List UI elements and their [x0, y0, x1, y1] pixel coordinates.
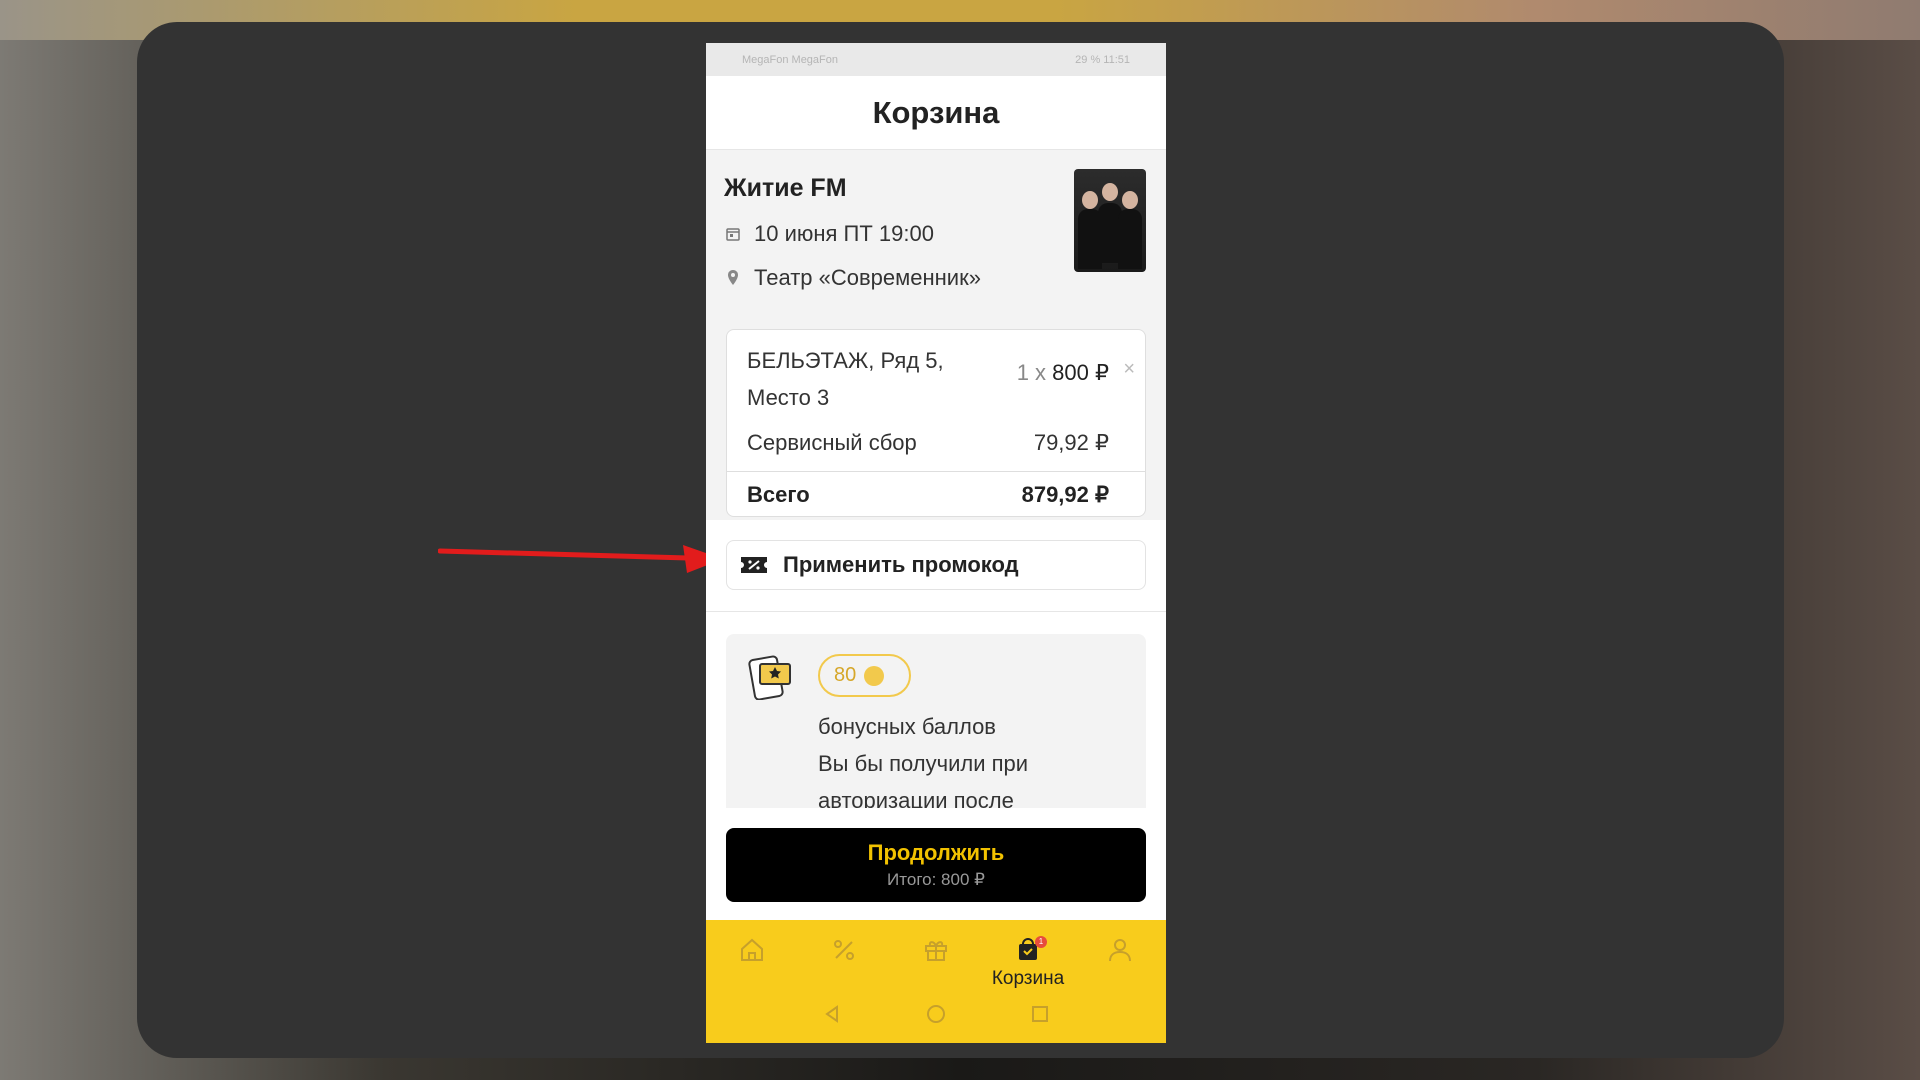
home-icon [741, 938, 763, 961]
bonus-line-2: Вы бы получили при [818, 751, 1029, 776]
service-fee-value: 79,92 ₽ [1033, 430, 1109, 455]
home-circle-icon[interactable] [924, 1002, 948, 1026]
continue-button[interactable]: Продолжить Итого: 800 ₽ [726, 828, 1146, 902]
coupon-icon [741, 557, 767, 573]
coin-icon [864, 665, 885, 686]
bonus-points-value: 80 [834, 664, 857, 686]
annotation-arrow [438, 545, 723, 573]
divider [727, 471, 1145, 472]
continue-label: Продолжить [867, 840, 1005, 865]
status-left: MegaFon MegaFon [742, 53, 838, 66]
total-label: Всего [747, 482, 810, 507]
bottom-nav: 1 Корзина [706, 920, 1166, 1043]
calendar-icon [724, 225, 742, 243]
gift-icon [925, 941, 947, 961]
cart-count-badge: 1 [1035, 936, 1047, 948]
user-icon [1109, 939, 1131, 962]
nav-home[interactable] [712, 936, 792, 996]
status-bar: MegaFon MegaFon 29 % 11:51 [706, 43, 1166, 76]
nav-cart-label: Корзина [991, 968, 1065, 989]
recent-apps-icon[interactable] [1028, 1002, 1052, 1026]
event-datetime: 10 июня ПТ 19:00 [754, 221, 934, 246]
bonus-points-badge: 80 [818, 654, 911, 697]
continue-section: Продолжить Итого: 800 ₽ [706, 808, 1166, 936]
phone-screen: MegaFon MegaFon 29 % 11:51 Корзина Житие… [706, 43, 1166, 1043]
bonus-line-1: бонусных баллов [818, 714, 996, 739]
percent-icon [834, 940, 854, 960]
seat-price: 1 x 800 ₽ [1017, 360, 1109, 386]
apply-promo-label: Применить промокод [783, 552, 1019, 577]
system-nav [706, 1002, 1166, 1026]
status-right: 29 % 11:51 [1075, 53, 1130, 66]
bonus-ticket-icon [748, 655, 791, 700]
promo-section: Применить промокод [706, 520, 1166, 612]
bonus-description: бонусных баллов Вы бы получили при автор… [818, 708, 1028, 819]
back-icon[interactable] [820, 1002, 844, 1026]
nav-discounts[interactable] [804, 936, 884, 996]
service-fee-label: Сервисный сбор [747, 430, 917, 455]
event-venue[interactable]: Театр «Современник» [754, 265, 981, 291]
remove-ticket-button[interactable]: × [1123, 358, 1135, 381]
continue-total: Итого: 800 ₽ [887, 870, 985, 889]
total-row: Всего 879,92 ₽ [747, 482, 1109, 508]
nav-cart[interactable]: 1 Корзина [988, 936, 1068, 996]
bonus-card: 80 бонусных баллов Вы бы получили при ав… [726, 634, 1146, 824]
service-fee-row: Сервисный сбор 79,92 ₽ [747, 430, 1109, 456]
location-pin-icon [724, 269, 742, 287]
total-value: 879,92 ₽ [1021, 482, 1109, 507]
page-title: Корзина [872, 94, 1000, 130]
event-section: Житие FM 10 июня ПТ 19:00 Театр «Совреме… [706, 150, 1166, 520]
apply-promo-button[interactable]: Применить промокод [726, 540, 1146, 590]
nav-gifts[interactable] [896, 936, 976, 996]
seat-price-value: 800 ₽ [1052, 360, 1109, 385]
event-poster [1074, 169, 1146, 272]
order-summary: БЕЛЬЭТАЖ, Ряд 5, Место 3 1 x 800 ₽ × Сер… [726, 329, 1146, 517]
page-header: Корзина [706, 76, 1166, 150]
seat-qty: 1 x [1016, 360, 1047, 385]
nav-profile[interactable] [1080, 936, 1160, 996]
